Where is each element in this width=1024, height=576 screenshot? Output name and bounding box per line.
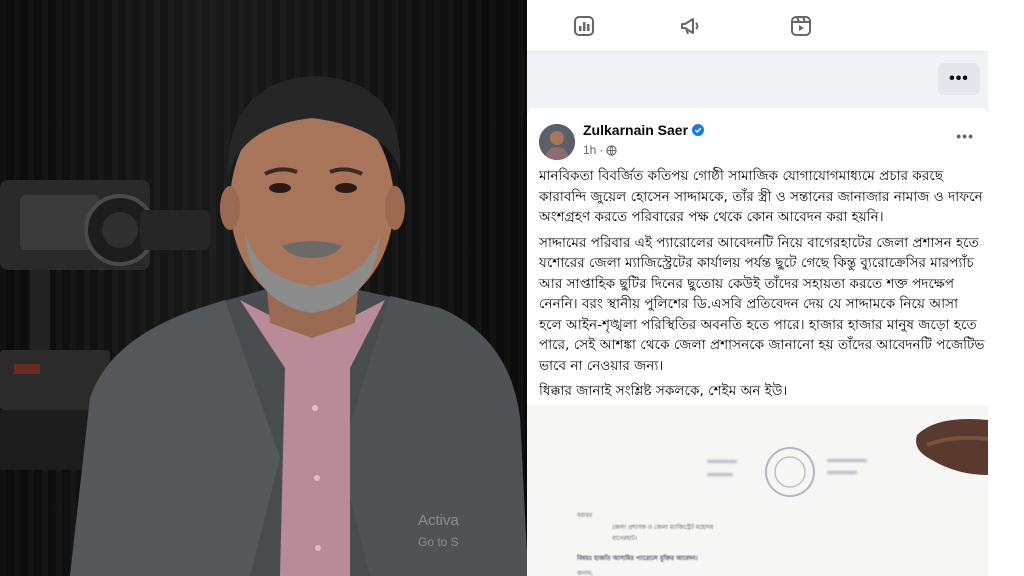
office-seal-graphic bbox=[765, 447, 815, 497]
post-paragraph: মানবিকতা বিবর্জিত কতিপয় গোষ্ঠী সামাজিক … bbox=[539, 168, 983, 225]
globe-icon bbox=[606, 144, 617, 156]
reels-icon[interactable] bbox=[789, 14, 813, 38]
doc-line: বরাবর bbox=[577, 512, 593, 519]
attached-document-image[interactable]: বরাবর জেলা প্রশাসক ও জেলা ম্যাজিস্ট্রেট … bbox=[527, 405, 988, 576]
post-paragraph: সাদ্দামের পরিবার এই প্যারোলের আবেদনটি নি… bbox=[539, 234, 985, 374]
avatar[interactable] bbox=[539, 124, 575, 160]
post-card: Zulkarnain Saer 1h · ••• মানবিকতা বিবর্জ… bbox=[527, 108, 988, 576]
avatar-image bbox=[539, 124, 575, 160]
more-options-button[interactable]: ••• bbox=[938, 63, 980, 95]
post-options-button[interactable]: ••• bbox=[956, 128, 974, 144]
portrait-photo bbox=[0, 0, 527, 576]
post-text: মানবিকতা বিবর্জিত কতিপয় গোষ্ঠী সামাজিক … bbox=[539, 166, 985, 407]
post-author[interactable]: Zulkarnain Saer bbox=[583, 122, 705, 138]
right-edge bbox=[988, 0, 1024, 576]
finger-graphic bbox=[916, 419, 988, 475]
megaphone-icon[interactable] bbox=[679, 14, 703, 38]
facebook-panel: ••• Zulkarnain Saer 1h · ••• মানবিকতা বি… bbox=[527, 0, 1024, 576]
post-meta: 1h · bbox=[583, 143, 617, 157]
doc-line: জনাব, bbox=[577, 570, 593, 576]
doc-scribble bbox=[707, 460, 737, 463]
doc-scribble bbox=[827, 471, 857, 474]
doc-line: বিষয়ঃ হাজতি আসামির প্যারোলে মুক্তির আবে… bbox=[577, 555, 698, 562]
post-paragraph: ধিক্কার জানাই সংশ্লিষ্ট সকলকে, শেইম অন ই… bbox=[539, 383, 788, 399]
man-in-suit-graphic bbox=[70, 76, 527, 576]
doc-scribble bbox=[827, 459, 867, 462]
activation-watermark-subtitle: Go to S bbox=[418, 535, 459, 549]
profile-toolbar bbox=[527, 0, 988, 52]
activation-watermark-title: Activa bbox=[418, 512, 459, 529]
author-name[interactable]: Zulkarnain Saer bbox=[583, 122, 688, 138]
doc-scribble bbox=[707, 473, 733, 476]
meta-separator: · bbox=[599, 143, 604, 157]
doc-line: বাগেরহাট। bbox=[612, 535, 638, 542]
verified-badge-icon bbox=[692, 124, 705, 136]
post-time[interactable]: 1h bbox=[583, 143, 596, 157]
doc-line: জেলা প্রশাসক ও জেলা ম্যাজিস্ট্রেট মহোদয় bbox=[612, 524, 714, 531]
insights-icon[interactable] bbox=[572, 14, 596, 38]
